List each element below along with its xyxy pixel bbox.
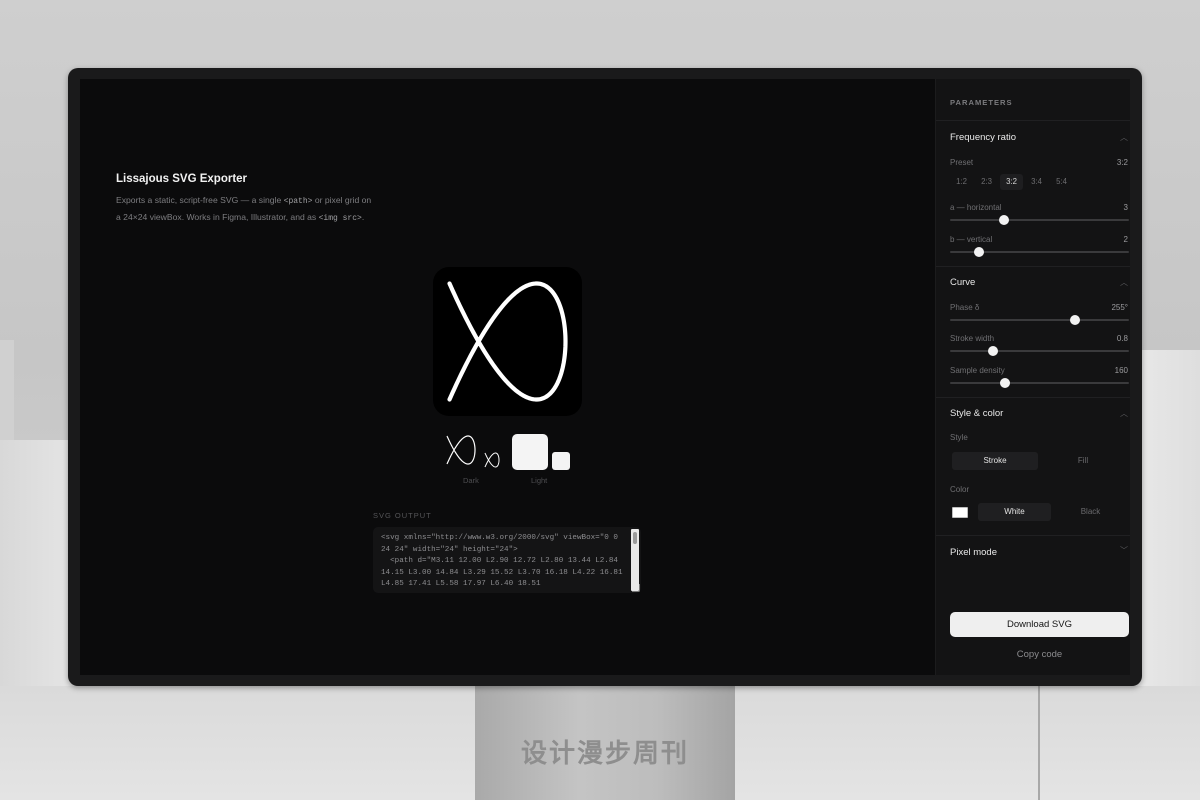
description-text: Exports a static, script-free SVG — a si… xyxy=(116,195,284,205)
sample-density-label: Sample density xyxy=(950,366,1005,375)
style-stroke-option[interactable]: Stroke xyxy=(952,452,1038,470)
stroke-width-slider[interactable] xyxy=(950,346,1129,356)
resize-handle[interactable] xyxy=(632,584,640,592)
svg-output-label: SVG OUTPUT xyxy=(373,511,432,520)
slider-thumb[interactable] xyxy=(973,247,984,257)
chevron-up-icon[interactable]: ︿ xyxy=(1120,132,1128,143)
light-thumbnail-large xyxy=(512,434,548,470)
color-swatch[interactable] xyxy=(952,507,968,518)
style-label: Style xyxy=(950,433,968,442)
section-title-style-color[interactable]: Style & color xyxy=(950,408,1003,419)
app-window: Lissajous SVG Exporter Exports a static,… xyxy=(80,79,1130,675)
preset-option[interactable]: 3:4 xyxy=(1025,174,1048,190)
b-vertical-label: b — vertical xyxy=(950,235,993,244)
phase-value: 255° xyxy=(1111,303,1128,312)
divider xyxy=(936,397,1130,398)
light-thumbnail-small xyxy=(552,452,570,470)
light-thumbnails xyxy=(512,434,574,472)
preset-value: 3:2 xyxy=(1116,158,1128,167)
a-horizontal-slider[interactable] xyxy=(950,215,1129,225)
description-text: . xyxy=(361,211,365,222)
divider xyxy=(936,266,1130,267)
slider-thumb[interactable] xyxy=(987,346,998,356)
preset-group: 1:2 2:3 3:2 3:4 5:4 xyxy=(950,174,1073,190)
cable xyxy=(1038,686,1040,800)
phase-slider[interactable] xyxy=(950,315,1129,325)
parameters-panel: PARAMETERS Frequency ratio ︿ Preset 3:2 … xyxy=(935,79,1130,675)
description-code: <img src> xyxy=(318,213,362,223)
monitor-stand: 设计漫步周刊 xyxy=(475,686,735,800)
copy-code-button[interactable]: Copy code xyxy=(950,649,1129,660)
b-vertical-value: 2 xyxy=(1123,235,1128,244)
slider-thumb[interactable] xyxy=(998,215,1009,225)
color-black-option[interactable]: Black xyxy=(1054,503,1127,521)
section-title-frequency[interactable]: Frequency ratio xyxy=(950,132,1016,143)
style-fill-option[interactable]: Fill xyxy=(1040,452,1126,470)
divider xyxy=(936,120,1130,121)
chevron-up-icon[interactable]: ︿ xyxy=(1120,408,1128,419)
background-block xyxy=(0,340,14,450)
a-horizontal-label: a — horizontal xyxy=(950,203,1002,212)
stroke-width-value: 0.8 xyxy=(1116,334,1128,343)
section-title-curve[interactable]: Curve xyxy=(950,277,975,288)
sample-density-slider[interactable] xyxy=(950,378,1129,388)
scrollbar-thumb[interactable] xyxy=(633,532,637,544)
slider-thumb[interactable] xyxy=(1000,378,1011,388)
description-code: <path> xyxy=(283,197,313,206)
divider xyxy=(936,535,1130,536)
preset-option[interactable]: 2:3 xyxy=(975,174,998,190)
stand-brand-watermark: 设计漫步周刊 xyxy=(520,739,689,769)
phase-label: Phase δ xyxy=(950,303,980,312)
preset-option[interactable]: 3:2 xyxy=(1000,174,1023,190)
color-white-option[interactable]: White xyxy=(978,503,1051,521)
preset-option[interactable]: 1:2 xyxy=(950,174,973,190)
b-vertical-slider[interactable] xyxy=(950,247,1129,257)
preset-option[interactable]: 5:4 xyxy=(1050,174,1073,190)
page-title: Lissajous SVG Exporter xyxy=(116,173,248,185)
preset-label: Preset xyxy=(950,158,974,167)
dark-thumbnail-icon xyxy=(446,435,500,468)
lissajous-curve-icon xyxy=(447,281,568,402)
thumbnail-label-dark: Dark xyxy=(463,476,479,485)
stroke-width-label: Stroke width xyxy=(950,334,995,343)
page-description: Exports a static, script-free SVG — a si… xyxy=(116,193,374,226)
slider-thumb[interactable] xyxy=(1070,315,1081,325)
thumbnail-label-light: Light xyxy=(531,476,548,485)
download-svg-button[interactable]: Download SVG xyxy=(950,612,1129,637)
color-label: Color xyxy=(950,485,970,494)
a-horizontal-value: 3 xyxy=(1123,203,1128,212)
svg-output-textarea[interactable]: <svg xmlns="http://www.w3.org/2000/svg" … xyxy=(373,527,641,593)
dark-thumbnails xyxy=(445,434,503,472)
section-title-pixel-mode[interactable]: Pixel mode xyxy=(950,547,997,558)
sample-density-value: 160 xyxy=(1114,366,1128,375)
code-scrollbar[interactable] xyxy=(631,529,639,591)
panel-header: PARAMETERS xyxy=(950,98,1013,107)
chevron-down-icon[interactable]: ﹀ xyxy=(1120,545,1128,556)
svg-code[interactable]: <svg xmlns="http://www.w3.org/2000/svg" … xyxy=(381,533,623,591)
chevron-up-icon[interactable]: ︿ xyxy=(1120,277,1128,288)
curve-preview xyxy=(433,267,582,416)
